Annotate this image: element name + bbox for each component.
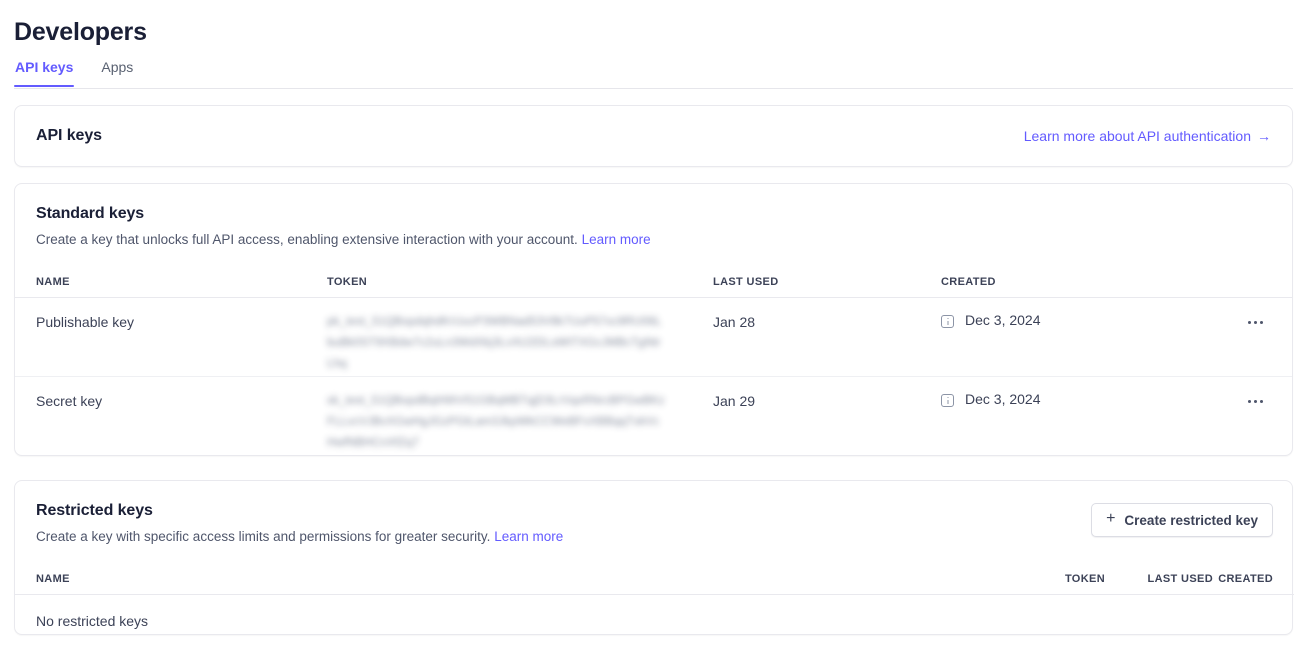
key-name: Secret key (36, 393, 103, 409)
learn-more-api-authentication-label: Learn more about API authentication (1023, 128, 1251, 144)
column-header-name: NAME (15, 563, 1005, 595)
overflow-menu-icon[interactable] (1241, 312, 1269, 332)
cell-name: Secret key (15, 377, 327, 456)
column-header-token: TOKEN (1005, 563, 1105, 595)
info-icon (941, 315, 954, 328)
restricted-keys-learn-more-link[interactable]: Learn more (494, 529, 563, 544)
key-name: Publishable key (36, 314, 135, 330)
column-header-token: TOKEN (327, 266, 713, 298)
cell-token: pk_test_51QBopdqhdKrUucP3WBNad53V8k7UuP5… (327, 297, 713, 377)
arrow-right-icon: → (1257, 128, 1271, 144)
key-created-date: Dec 3, 2024 (965, 391, 1041, 407)
cell-created: Dec 3, 2024 (941, 377, 1241, 456)
tab-bar: API keys Apps (14, 58, 1293, 89)
key-token-redacted: pk_test_51QBopdqhdKrUucP3WBNad53V8k7UuP5… (327, 316, 662, 370)
column-header-last-used: LAST USED (1105, 563, 1213, 595)
page-title: Developers (14, 18, 147, 46)
learn-more-api-authentication-link[interactable]: Learn more about API authentication → (1024, 128, 1271, 144)
cell-actions (1241, 377, 1292, 456)
standard-keys-table-head: NAME TOKEN LAST USED CREATED (15, 266, 1292, 298)
dot (1259, 399, 1263, 403)
cell-last-used: Jan 29 (713, 377, 941, 456)
standard-keys-description: Create a key that unlocks full API acces… (36, 230, 1271, 249)
cell-last-used: Jan 28 (713, 297, 941, 377)
restricted-keys-card: Restricted keys Create a key with specif… (14, 480, 1294, 635)
api-keys-card-header: API keys Learn more about API authentica… (15, 106, 1292, 166)
restricted-keys-table: NAME TOKEN LAST USED CREATED No restrict… (15, 563, 1294, 647)
table-row[interactable]: Publishable key pk_test_51QBopdqhdKrUucP… (15, 297, 1292, 377)
restricted-keys-description: Create a key with specific access limits… (36, 527, 1271, 546)
restricted-keys-header: Restricted keys Create a key with specif… (15, 481, 1292, 563)
create-restricted-key-label: Create restricted key (1124, 512, 1258, 528)
api-keys-card: API keys Learn more about API authentica… (14, 105, 1293, 167)
cell-created: Dec 3, 2024 (941, 297, 1241, 377)
cell-actions (1241, 297, 1292, 377)
info-icon (941, 394, 954, 407)
empty-state-row: No restricted keys (15, 595, 1294, 648)
plus-icon: + (1106, 510, 1116, 527)
tab-apps[interactable]: Apps (100, 58, 134, 86)
restricted-keys-table-body: No restricted keys (15, 595, 1294, 648)
standard-keys-table-body: Publishable key pk_test_51QBopdqhdKrUucP… (15, 297, 1292, 456)
key-last-used: Jan 28 (713, 314, 756, 330)
api-keys-title: API keys (36, 127, 102, 144)
standard-keys-header: Standard keys Create a key that unlocks … (15, 184, 1292, 266)
cell-token: sk_test_51QBopdBqhNhV51GBqMBTqjD3LrVqxRN… (327, 377, 713, 456)
dot (1253, 399, 1257, 403)
column-header-created: CREATED (941, 266, 1241, 298)
empty-state-message: No restricted keys (36, 613, 149, 629)
dot (1253, 320, 1257, 324)
standard-keys-title: Standard keys (36, 205, 145, 222)
column-header-name: NAME (15, 266, 327, 298)
overflow-menu-icon[interactable] (1241, 391, 1269, 411)
standard-keys-card: Standard keys Create a key that unlocks … (14, 183, 1293, 456)
standard-keys-description-text: Create a key that unlocks full API acces… (36, 232, 578, 247)
dot (1247, 320, 1251, 324)
column-header-last-used: LAST USED (713, 266, 941, 298)
column-header-created: CREATED (1213, 563, 1294, 595)
developers-page: Developers API keys Apps API keys Learn … (0, 0, 1308, 650)
standard-keys-learn-more-link[interactable]: Learn more (582, 232, 651, 247)
restricted-keys-header-row: NAME TOKEN LAST USED CREATED (15, 563, 1294, 595)
restricted-keys-description-text: Create a key with specific access limits… (36, 529, 491, 544)
table-row[interactable]: Secret key sk_test_51QBopdBqhNhV51GBqMBT… (15, 377, 1292, 456)
tab-api-keys[interactable]: API keys (14, 58, 75, 87)
standard-keys-table: NAME TOKEN LAST USED CREATED Publishable… (15, 266, 1292, 456)
cell-name: Publishable key (15, 297, 327, 377)
key-created-date: Dec 3, 2024 (965, 312, 1041, 328)
dot (1259, 320, 1263, 324)
key-token-redacted: sk_test_51QBopdBqhNhV51GBqMBTqjD3LrVqxRN… (327, 395, 665, 449)
restricted-keys-title: Restricted keys (36, 502, 153, 519)
standard-keys-header-row: NAME TOKEN LAST USED CREATED (15, 266, 1292, 298)
create-restricted-key-button[interactable]: + Create restricted key (1091, 503, 1273, 537)
column-header-actions (1241, 266, 1292, 298)
dot (1247, 399, 1251, 403)
key-last-used: Jan 29 (713, 393, 756, 409)
restricted-keys-table-head: NAME TOKEN LAST USED CREATED (15, 563, 1294, 595)
